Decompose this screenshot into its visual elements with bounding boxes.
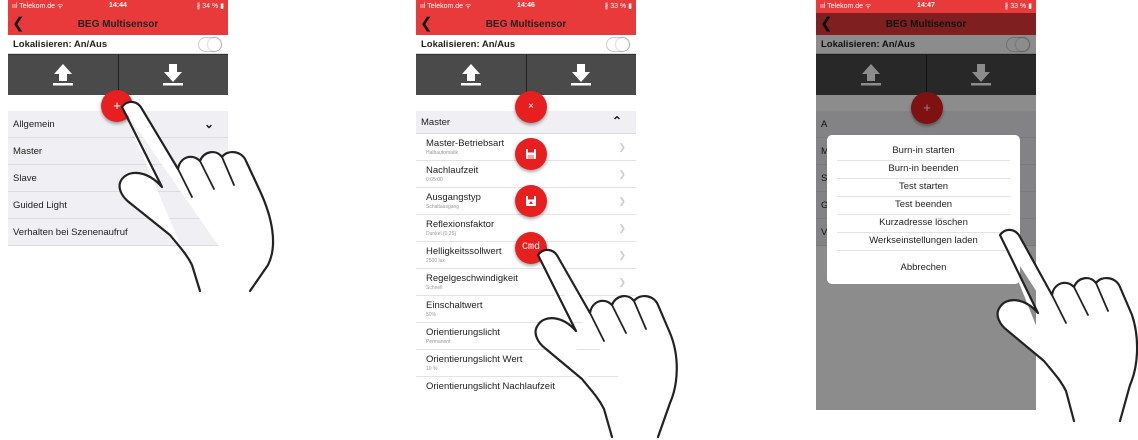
- chevron-up-icon: ⌃: [611, 114, 622, 128]
- load-fab-button[interactable]: [515, 185, 547, 217]
- clock-label: 14:44: [109, 2, 127, 9]
- setting-value: 10 %: [426, 366, 438, 372]
- pointing-hand-icon: [534, 248, 678, 439]
- setting-title: Master-Betriebsart: [426, 138, 505, 149]
- upload-button[interactable]: [416, 55, 527, 95]
- clock-label: 14:47: [917, 2, 935, 9]
- transfer-toolbar: [8, 54, 228, 95]
- group-header-label: Master: [421, 117, 451, 128]
- page-title: BEG Multisensor: [485, 19, 567, 30]
- setting-value: Halbautomatik: [426, 150, 458, 156]
- nav-bar: ❮ BEG Multisensor: [416, 13, 636, 35]
- download-arrow-icon: [163, 64, 184, 86]
- download-arrow-icon: [571, 64, 592, 86]
- transfer-toolbar: [416, 54, 636, 95]
- locate-label: Lokalisieren: An/Aus: [421, 39, 516, 50]
- status-bar: ııl Telekom.de ᯤ 14:44 ∦ 34 % ▮: [8, 0, 228, 13]
- setting-value: Dunkel (0,25): [426, 231, 457, 237]
- battery-label: ∦ 33 % ▮: [604, 3, 632, 10]
- setting-title: Regelgeschwindigkeit: [426, 273, 518, 284]
- menu-item-burn-in-start[interactable]: Burn-in starten: [837, 142, 1010, 161]
- clock-label: 14:46: [517, 2, 535, 9]
- list-item-label: Master: [13, 146, 43, 157]
- locate-toggle[interactable]: [606, 37, 630, 52]
- setting-value: 2500 lux: [426, 258, 445, 264]
- status-bar: ııl Telekom.de ᯤ 14:47 ∦ 33 % ▮: [816, 0, 1036, 13]
- upload-arrow-icon: [460, 64, 481, 86]
- download-button[interactable]: [527, 55, 637, 95]
- setting-title: Reflexionsfaktor: [426, 219, 495, 230]
- locate-label: Lokalisieren: An/Aus: [13, 39, 108, 50]
- list-item-label: Slave: [13, 173, 37, 184]
- close-fab-button[interactable]: ×: [515, 91, 547, 123]
- menu-item-test-stop[interactable]: Test beenden: [837, 196, 1010, 215]
- chevron-right-icon: ❯: [618, 196, 626, 206]
- setting-value: Schnell: [426, 285, 443, 291]
- setting-value: Schaltausgang: [426, 204, 460, 210]
- battery-label: ∦ 34 % ▮: [196, 3, 224, 10]
- download-button[interactable]: [119, 55, 229, 95]
- upload-arrow-icon: [52, 64, 73, 86]
- pointing-hand-icon: [118, 100, 275, 293]
- menu-item-burn-in-stop[interactable]: Burn-in beenden: [837, 160, 1010, 179]
- setting-title: Orientierungslicht: [426, 327, 500, 338]
- battery-label: ∦ 33 % ▮: [1004, 3, 1032, 10]
- locate-row: Lokalisieren: An/Aus: [416, 35, 636, 54]
- locate-toggle[interactable]: [198, 37, 222, 52]
- nav-bar: ❮ BEG Multisensor: [8, 13, 228, 35]
- setting-title: Nachlaufzeit: [426, 165, 479, 176]
- menu-item-test-start[interactable]: Test starten: [837, 178, 1010, 197]
- pointing-hand-icon: [996, 228, 1138, 423]
- status-bar: ııl Telekom.de ᯤ 14:46 ∦ 33 % ▮: [416, 0, 636, 13]
- save-icon: [526, 149, 536, 159]
- chevron-right-icon: ❯: [618, 169, 626, 179]
- load-file-icon: [526, 196, 536, 206]
- close-icon: ×: [528, 101, 534, 112]
- setting-title: Orientierungslicht Wert: [426, 354, 523, 365]
- group-header-label: Allgemein: [13, 119, 55, 130]
- setting-title: Ausgangstyp: [426, 192, 481, 203]
- setting-title: Helligkeitssollwert: [426, 246, 502, 257]
- locate-row: Lokalisieren: An/Aus: [8, 35, 228, 54]
- setting-value: Permanent: [426, 339, 451, 345]
- save-fab-button[interactable]: [515, 138, 547, 170]
- setting-title: Einschaltwert: [426, 300, 483, 311]
- chevron-right-icon: ❯: [618, 223, 626, 233]
- chevron-right-icon: ❯: [618, 142, 626, 152]
- list-item-label: Guided Light: [13, 200, 67, 211]
- setting-value: 50%: [426, 312, 437, 318]
- upload-button[interactable]: [8, 55, 119, 95]
- setting-value: 0:05:00: [426, 177, 443, 183]
- page-title: BEG Multisensor: [77, 19, 159, 30]
